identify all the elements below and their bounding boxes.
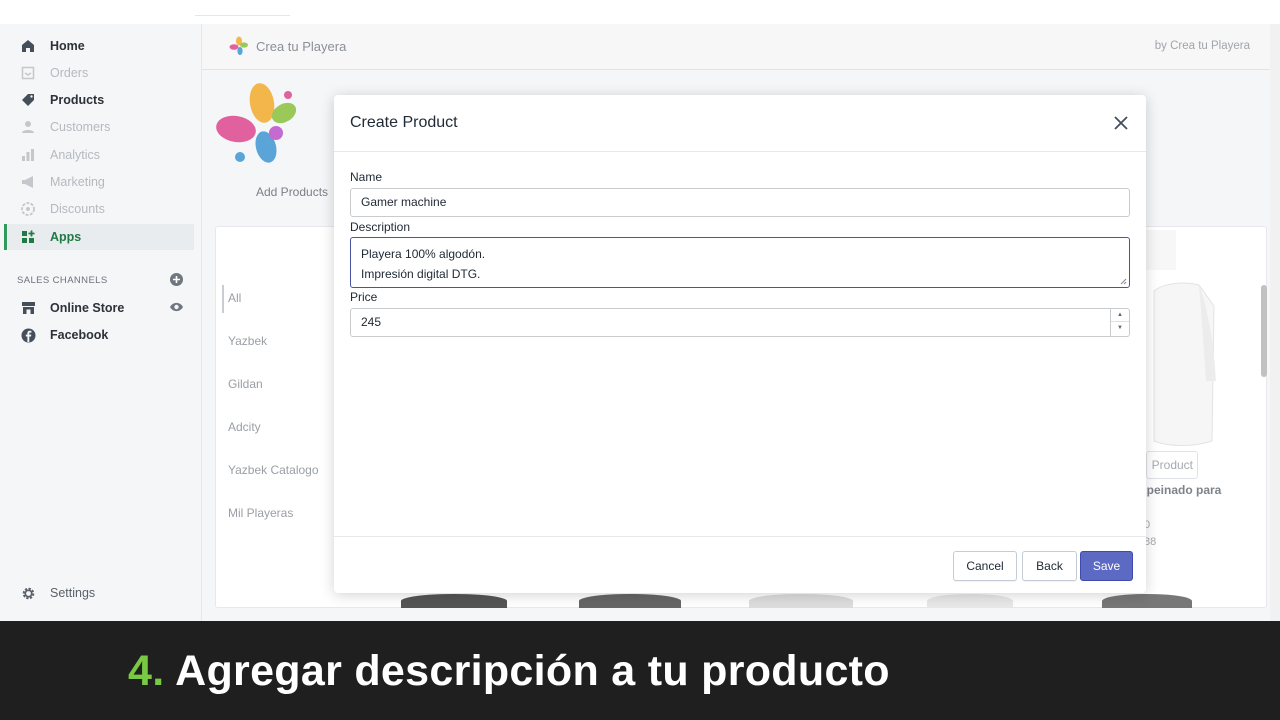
sidebar-item-analytics[interactable]: Analytics [20, 145, 100, 165]
sidebar-item-label: Marketing [50, 175, 105, 189]
sidebar: Home Orders Products Customers Analytics… [0, 24, 202, 621]
tag-icon [20, 92, 36, 108]
description-line: Impresión digital DTG. [361, 267, 481, 281]
modal-header: Create Product [334, 95, 1146, 152]
sidebar-item-apps[interactable]: Apps [20, 227, 81, 247]
description-label: Description [350, 220, 411, 234]
close-icon [1114, 116, 1128, 130]
tshirt-product-image [1153, 282, 1216, 446]
close-button[interactable] [1110, 112, 1132, 134]
sidebar-item-label: Facebook [50, 328, 109, 342]
price-stepper[interactable]: ▲ ▼ [1110, 309, 1129, 336]
sidebar-item-products[interactable]: Products [20, 90, 104, 110]
product-title: n peinado para [1136, 483, 1222, 497]
card-scrollbar[interactable] [1260, 273, 1268, 609]
filter-yazbek-catalogo[interactable]: Yazbek Catalogo [228, 463, 319, 477]
sidebar-item-label: Settings [50, 586, 96, 600]
add-product-button[interactable]: Product [1146, 451, 1198, 479]
page-scrollbar[interactable] [1270, 24, 1280, 621]
filter-all[interactable]: All [228, 291, 241, 305]
product-thumbnail [927, 594, 1013, 608]
facebook-icon [20, 327, 36, 343]
description-line: Playera 100% algodón. [361, 247, 486, 261]
sidebar-item-settings[interactable]: Settings [20, 583, 95, 603]
product-thumbnail [401, 594, 507, 608]
stepper-down-icon[interactable]: ▼ [1111, 322, 1129, 335]
app-brand-name: Crea tu Playera [256, 38, 347, 54]
caption-banner: 4. Agregar descripción a tu producto [0, 621, 1280, 720]
top-strip [0, 0, 1280, 24]
sidebar-item-discounts[interactable]: Discounts [20, 199, 105, 219]
filter-mil-playeras[interactable]: Mil Playeras [228, 506, 293, 520]
sidebar-item-home[interactable]: Home [20, 36, 85, 56]
price-label: Price [350, 290, 378, 304]
step-number: 4. [128, 647, 165, 695]
store-icon [20, 300, 36, 316]
card-tab [1142, 230, 1176, 270]
name-input[interactable]: Gamer machine [350, 188, 1130, 217]
sidebar-item-label: Home [50, 39, 85, 53]
resize-grip-icon[interactable] [1120, 278, 1127, 285]
filter-active-indicator [222, 285, 224, 313]
product-thumbnail [1102, 594, 1192, 608]
name-label: Name [350, 170, 383, 184]
app-brand[interactable]: Crea tu Playera [229, 36, 346, 56]
crea-tu-playera-logo-icon [229, 36, 248, 55]
sidebar-item-orders[interactable]: Orders [20, 63, 88, 83]
add-channel-icon[interactable] [170, 273, 183, 286]
create-product-modal: Create Product Name Gamer machine Descri… [334, 95, 1146, 593]
person-icon [20, 119, 36, 135]
discount-icon [20, 201, 36, 217]
back-button[interactable]: Back [1022, 551, 1077, 581]
crea-tu-playera-large-logo [216, 83, 297, 163]
orders-icon [20, 65, 36, 81]
eye-icon[interactable] [169, 301, 184, 313]
home-icon [20, 38, 36, 54]
cancel-button[interactable]: Cancel [953, 551, 1017, 581]
product-thumbnail [749, 594, 853, 608]
product-thumbnail [579, 594, 681, 608]
modal-title: Create Product [350, 114, 458, 131]
sidebar-item-online-store[interactable]: Online Store [20, 298, 124, 318]
active-item-indicator [4, 224, 7, 250]
caption-text: 4. Agregar descripción a tu producto [128, 647, 890, 696]
sidebar-item-facebook[interactable]: Facebook [20, 325, 108, 345]
sales-channels-heading: SALES CHANNELS [17, 275, 108, 286]
app-byline: by Crea tu Playera [1154, 40, 1250, 52]
modal-footer: Cancel Back Save [334, 536, 1146, 593]
sidebar-item-label: Customers [50, 120, 111, 134]
filter-gildan[interactable]: Gildan [228, 377, 263, 391]
description-textarea[interactable]: Playera 100% algodón. Impresión digital … [350, 237, 1130, 288]
add-products-label: Add Products [256, 185, 329, 199]
megaphone-icon [20, 174, 36, 190]
filter-adcity[interactable]: Adcity [228, 420, 261, 434]
sidebar-item-label: Products [50, 93, 105, 107]
sidebar-item-label: Discounts [50, 202, 105, 216]
app-header: Crea tu Playera by Crea tu Playera [202, 24, 1280, 70]
price-value: 245 [361, 315, 382, 329]
bar-chart-icon [20, 147, 36, 163]
sidebar-item-marketing[interactable]: Marketing [20, 172, 105, 192]
save-button[interactable]: Save [1080, 551, 1133, 581]
step-caption: Agregar descripción a tu producto [175, 647, 890, 695]
sidebar-item-customers[interactable]: Customers [20, 117, 110, 137]
sidebar-item-label: Online Store [50, 301, 125, 315]
gear-icon [20, 585, 36, 601]
sidebar-item-label: Apps [50, 230, 82, 244]
sidebar-item-label: Orders [50, 66, 89, 80]
price-input[interactable]: 245 ▲ ▼ [350, 308, 1130, 337]
apps-icon [20, 229, 36, 245]
sidebar-item-label: Analytics [50, 148, 101, 162]
filter-yazbek[interactable]: Yazbek [228, 334, 267, 348]
